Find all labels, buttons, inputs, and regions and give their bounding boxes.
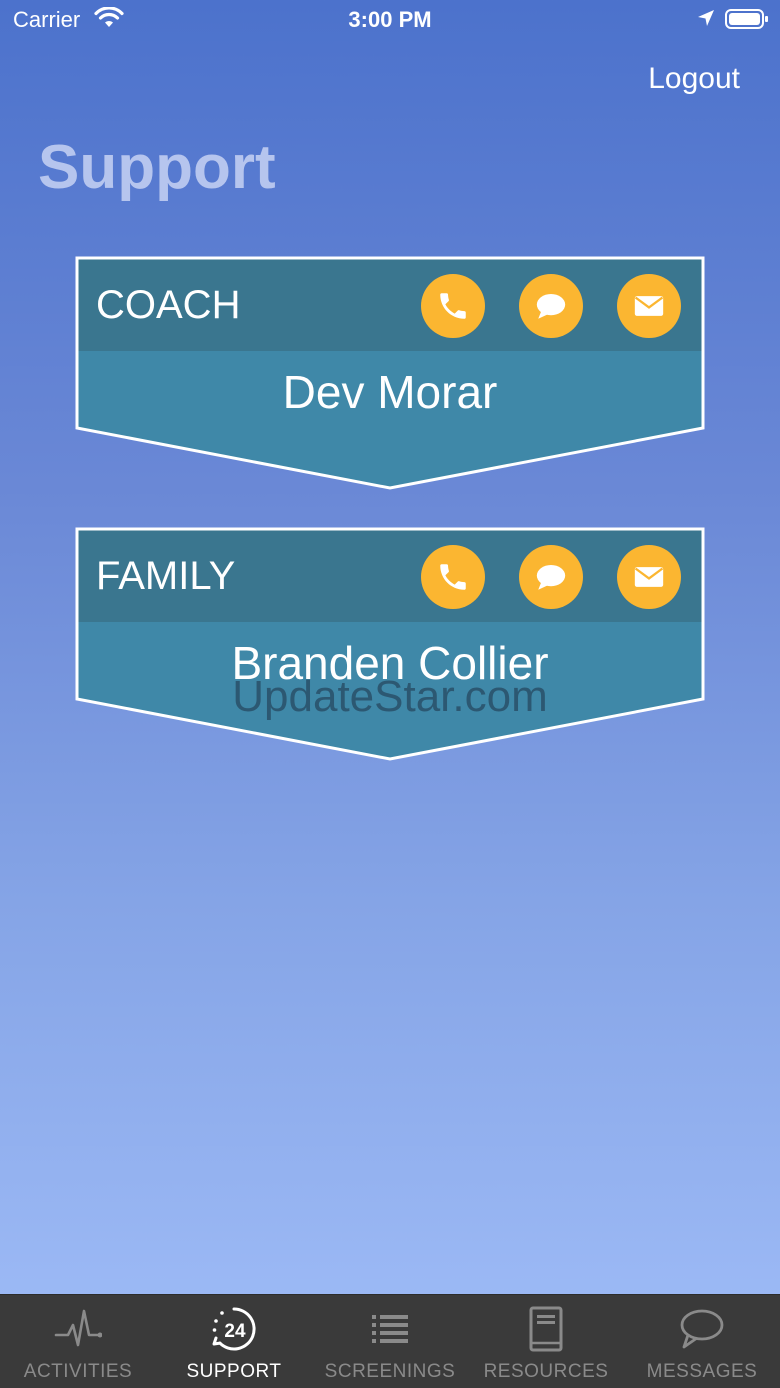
coach-name: Dev Morar — [282, 366, 498, 418]
family-card: FAMILY Branden Collier — [75, 527, 705, 761]
tab-support[interactable]: 24 SUPPORT — [156, 1295, 312, 1388]
coach-call-button[interactable] — [421, 274, 485, 338]
coach-chat-button[interactable] — [519, 274, 583, 338]
phone-icon — [440, 564, 466, 590]
card-role-label: FAMILY — [96, 554, 236, 598]
tab-resources[interactable]: RESOURCES — [468, 1295, 624, 1388]
book-icon — [529, 1306, 563, 1352]
tab-activities[interactable]: ACTIVITIES — [0, 1295, 156, 1388]
family-actions — [421, 545, 681, 609]
family-email-button[interactable] — [617, 545, 681, 609]
mail-icon — [634, 567, 664, 587]
clock: 3:00 PM — [348, 7, 432, 32]
chat-icon — [536, 564, 566, 590]
logout-button[interactable]: Logout — [648, 62, 740, 96]
tab-bar: ACTIVITIES 24 SUPPORT SCREENINGS RESOURC… — [0, 1294, 780, 1388]
chat-icon — [536, 293, 566, 319]
heartbeat-icon — [54, 1309, 102, 1347]
list-icon — [372, 1315, 408, 1343]
tab-label: SCREENINGS — [324, 1361, 456, 1382]
tab-label: RESOURCES — [483, 1361, 609, 1382]
coach-card: COACH Dev Morar — [75, 256, 705, 490]
tab-label: MESSAGES — [646, 1361, 758, 1382]
family-chat-button[interactable] — [519, 545, 583, 609]
status-bar: Carrier 3:00 PM — [0, 0, 780, 40]
svg-text:24: 24 — [224, 1321, 246, 1342]
location-arrow-icon — [698, 10, 714, 26]
tab-screenings[interactable]: SCREENINGS — [312, 1295, 468, 1388]
tab-label: ACTIVITIES — [23, 1361, 133, 1382]
phone-icon — [440, 293, 466, 319]
tab-messages[interactable]: MESSAGES — [624, 1295, 780, 1388]
family-call-button[interactable] — [421, 545, 485, 609]
support-24-icon: 24 — [212, 1307, 256, 1351]
watermark: UpdateStar.com — [232, 672, 548, 721]
battery-icon — [725, 9, 768, 29]
speech-bubble-icon — [680, 1309, 724, 1349]
mail-icon — [634, 296, 664, 316]
coach-actions — [421, 274, 681, 338]
card-role-label: COACH — [96, 283, 241, 327]
tab-label: SUPPORT — [186, 1361, 282, 1382]
page-title: Support — [38, 133, 276, 202]
coach-email-button[interactable] — [617, 274, 681, 338]
